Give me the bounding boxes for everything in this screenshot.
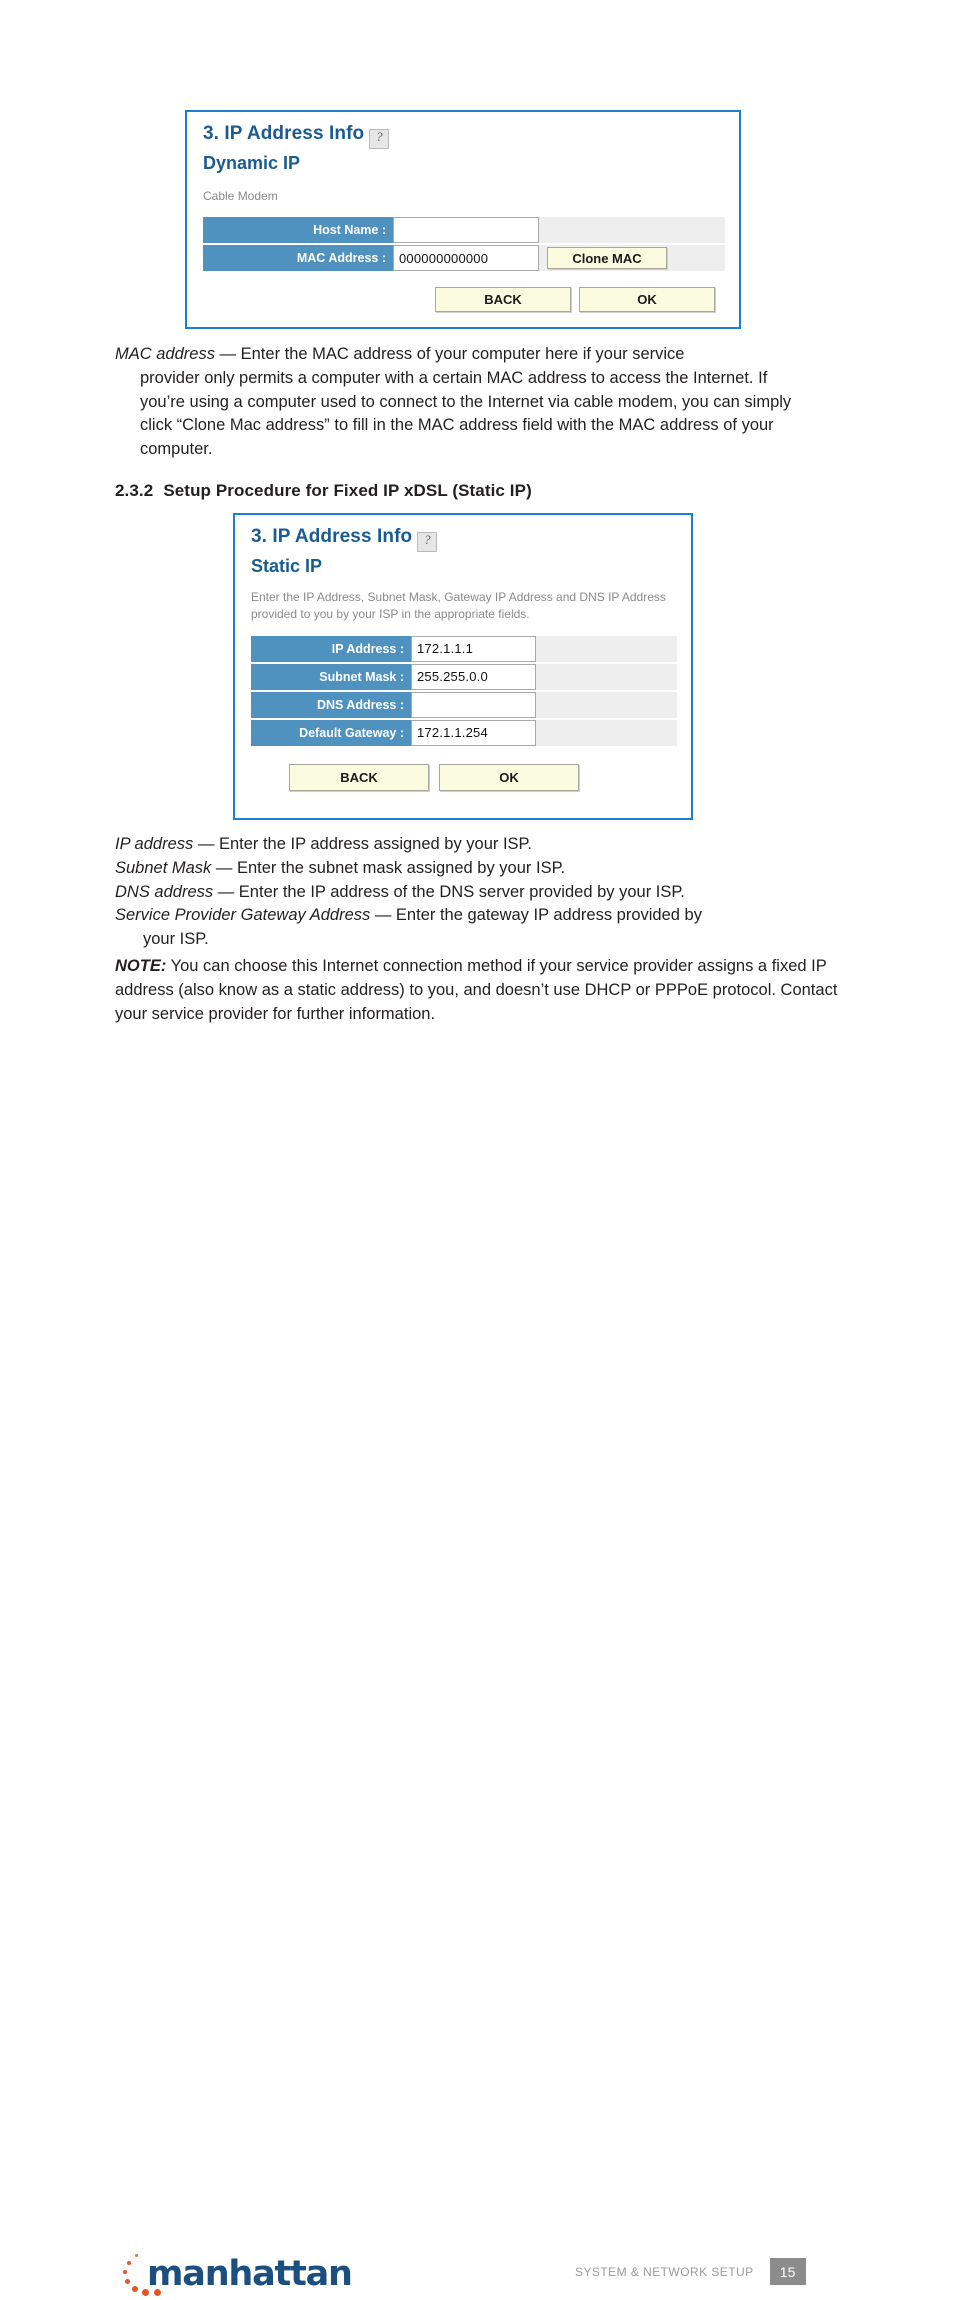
definition-text: Enter the IP address of the DNS server p… <box>238 882 685 901</box>
form-row-filler: Clone MAC <box>539 245 725 272</box>
form-row-subnet-mask: Subnet Mask : 255.255.0.0 <box>251 663 677 690</box>
panel-title: 3. IP Address Info <box>203 123 365 144</box>
footer-meta: SYSTEM & NETWORK SETUP 15 <box>575 2258 875 2285</box>
subnet-mask-input[interactable]: 255.255.0.0 <box>411 663 536 690</box>
definition-list: IP address — Enter the IP address assign… <box>115 833 835 952</box>
manhattan-logo: manhattan <box>113 2248 353 2300</box>
form-row-filler <box>536 719 677 746</box>
panel-actions-dynamic: BACK OK <box>203 287 725 313</box>
form-row-filler <box>539 217 725 244</box>
term-dns-address: DNS address <box>115 882 214 901</box>
definition-subnet-mask: Subnet Mask — Enter the subnet mask assi… <box>115 857 835 881</box>
ok-button[interactable]: OK <box>579 287 715 313</box>
router-ui-screenshot-static-ip: 3. IP Address Info Static IP Enter the I… <box>233 513 693 820</box>
back-button[interactable]: BACK <box>289 763 429 791</box>
logo-dot-icon <box>135 2254 138 2257</box>
term-subnet-mask: Subnet Mask <box>115 858 212 877</box>
form-row-mac-address: MAC Address : 000000000000 Clone MAC <box>203 245 725 272</box>
form-row-default-gateway: Default Gateway : 172.1.1.254 <box>251 719 677 746</box>
ip-address-label: IP Address : <box>251 635 411 662</box>
question-mark-icon[interactable] <box>369 129 390 149</box>
note-text: You can choose this Internet connection … <box>115 957 838 1023</box>
mac-address-input[interactable]: 000000000000 <box>393 245 539 272</box>
router-ui-screenshot-dynamic-ip: 3. IP Address Info Dynamic IP Cable Mode… <box>185 110 741 329</box>
question-mark-icon[interactable] <box>417 532 438 552</box>
panel-note-cable-modem: Cable Modem <box>203 188 278 203</box>
term-mac-address: MAC address <box>115 345 215 363</box>
panel-subtitle: Dynamic IP <box>203 153 301 173</box>
default-gateway-input[interactable]: 172.1.1.254 <box>411 719 536 746</box>
note-paragraph: NOTE: You can choose this Internet conne… <box>115 955 845 1026</box>
ip-address-input[interactable]: 172.1.1.1 <box>411 635 536 662</box>
definition-ip-address: IP address — Enter the IP address assign… <box>115 833 835 857</box>
panel-header-dynamic: 3. IP Address Info <box>203 124 725 149</box>
page-footer: manhattan SYSTEM & NETWORK SETUP 15 <box>0 1120 954 2296</box>
definition-text: Enter the IP address assigned by your IS… <box>218 835 533 853</box>
paragraph-first-line: Enter the MAC address of your computer h… <box>240 345 685 363</box>
host-name-label: Host Name : <box>203 217 393 244</box>
form-row-filler <box>536 635 677 662</box>
form-row-filler <box>536 663 677 690</box>
clone-mac-button[interactable]: Clone MAC <box>547 247 667 270</box>
back-button[interactable]: BACK <box>435 287 571 313</box>
logo-dot-icon <box>123 2270 127 2274</box>
panel-content-static: 3. IP Address Info Static IP Enter the I… <box>235 515 691 791</box>
definition-text: Enter the gateway IP address provided by <box>395 906 702 925</box>
note-label: NOTE: <box>115 957 167 975</box>
definition-dns-address: DNS address — Enter the IP address of th… <box>115 881 835 905</box>
form-dynamic-ip: Host Name : MAC Address : 000000000000 C… <box>203 217 725 313</box>
form-row-dns-address: DNS Address : <box>251 691 677 718</box>
term-gateway-address: Service Provider Gateway Address <box>115 906 375 925</box>
paragraph-body: provider only permits a computer with a … <box>140 368 792 459</box>
section-heading-text: Setup Procedure for Fixed IP xDSL (Stati… <box>163 481 532 500</box>
definition-gateway-address: Service Provider Gateway Address — Enter… <box>115 904 835 928</box>
logo-dot-icon <box>127 2261 131 2265</box>
mac-address-label: MAC Address : <box>203 245 393 272</box>
page-number-badge: 15 <box>769 2258 806 2285</box>
dash: — <box>214 345 241 363</box>
logo-dot-icon <box>132 2286 138 2292</box>
panel-header-static: 3. IP Address Info <box>251 527 677 552</box>
panel-content-dynamic: 3. IP Address Info Dynamic IP Cable Mode… <box>187 112 739 313</box>
definition-text: Enter the subnet mask assigned by your I… <box>236 858 566 877</box>
logo-wordmark: manhattan <box>147 2254 353 2294</box>
form-row-ip-address: IP Address : 172.1.1.1 <box>251 635 677 662</box>
dns-address-input[interactable] <box>411 691 536 718</box>
definition-continuation: your ISP. <box>143 930 209 949</box>
panel-actions-static: BACK OK <box>289 763 677 791</box>
term-ip-address: IP address <box>115 835 194 853</box>
dash: — <box>211 858 237 877</box>
panel-instructions: Enter the IP Address, Subnet Mask, Gatew… <box>251 589 666 622</box>
panel-subtitle: Static IP <box>251 556 323 576</box>
default-gateway-label: Default Gateway : <box>251 719 411 746</box>
host-name-input[interactable] <box>393 217 539 244</box>
section-number: 2.3.2 <box>115 481 154 500</box>
dash: — <box>193 835 219 853</box>
footer-section-title: SYSTEM & NETWORK SETUP <box>575 2264 754 2279</box>
subnet-mask-label: Subnet Mask : <box>251 663 411 690</box>
paragraph-mac-address: MAC address — Enter the MAC address of y… <box>115 343 815 462</box>
logo-dot-icon <box>125 2279 130 2284</box>
panel-title: 3. IP Address Info <box>251 526 413 547</box>
dns-address-label: DNS Address : <box>251 691 411 718</box>
section-heading-2-3-2: 2.3.2 Setup Procedure for Fixed IP xDSL (… <box>115 481 532 501</box>
form-row-filler <box>536 691 677 718</box>
form-row-host-name: Host Name : <box>203 217 725 244</box>
form-static-ip: IP Address : 172.1.1.1 Subnet Mask : 255… <box>251 635 677 791</box>
dash: — <box>213 882 239 901</box>
ok-button[interactable]: OK <box>439 763 579 791</box>
dash: — <box>374 906 396 925</box>
